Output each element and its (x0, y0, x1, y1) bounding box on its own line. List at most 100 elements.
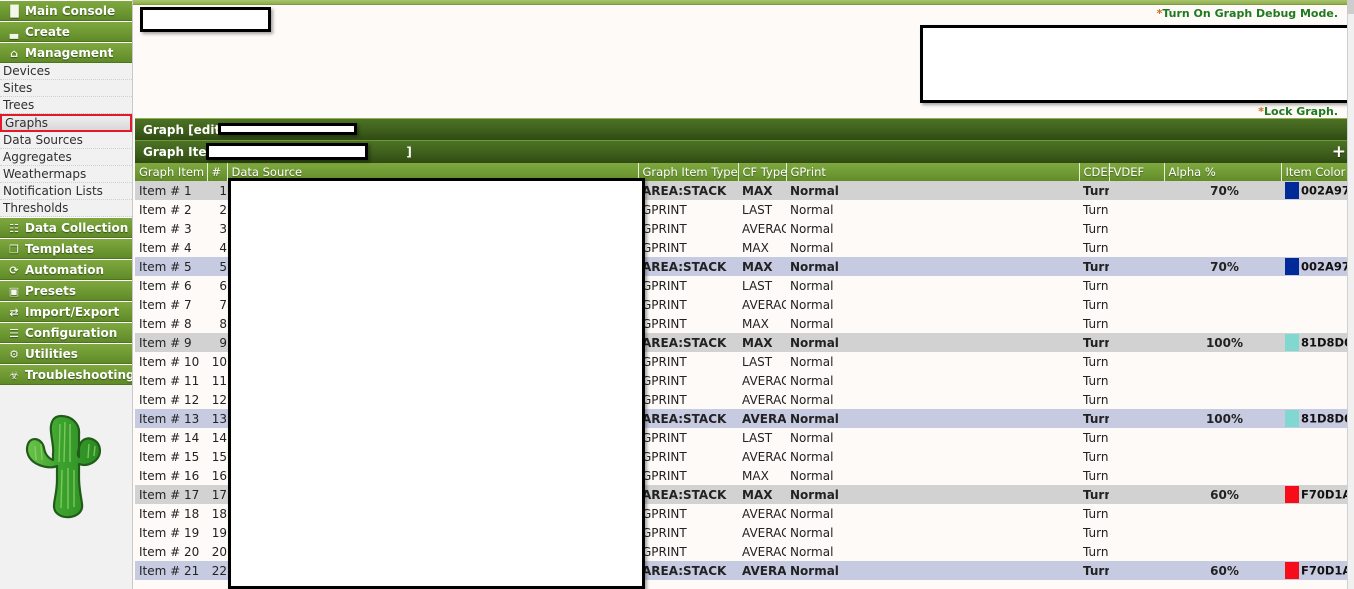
cell-graph-item-type[interactable]: AREA:STACK (638, 561, 738, 580)
cell-gprint[interactable]: Normal (786, 409, 1079, 428)
color-swatch[interactable] (1285, 486, 1299, 503)
cell-cdef[interactable]: Turn Bytes into Bits (1079, 238, 1109, 257)
cell-gprint[interactable]: Normal (786, 542, 1079, 561)
cell-graph-item[interactable]: Item # 12 (135, 390, 207, 409)
cell-graph-item[interactable]: Item # 4 (135, 238, 207, 257)
cell-gprint[interactable]: Normal (786, 333, 1079, 352)
cell-gprint[interactable]: Normal (786, 428, 1079, 447)
cell-graph-item[interactable]: Item # 10 (135, 352, 207, 371)
cell-graph-item-type[interactable]: GPRINT (638, 447, 738, 466)
cell-gprint[interactable]: Normal (786, 352, 1079, 371)
cell-alpha-percent[interactable]: 70% (1164, 181, 1281, 200)
cell-graph-item-type[interactable]: GPRINT (638, 238, 738, 257)
sidebar-group-management[interactable]: ⌂ Management (0, 42, 132, 63)
cell-gprint[interactable]: Normal (786, 561, 1079, 580)
cell-graph-item-type[interactable]: GPRINT (638, 295, 738, 314)
cell-gprint[interactable]: Normal (786, 238, 1079, 257)
cell-cdef[interactable]: Turn Bytes into Bits (1079, 485, 1109, 504)
cell-graph-item[interactable]: Item # 17 (135, 485, 207, 504)
cell-item-color[interactable] (1281, 371, 1354, 390)
cell-cf-type[interactable]: MAX (738, 333, 786, 352)
lock-graph-link[interactable]: *Lock Graph. (1258, 105, 1338, 118)
cell-cf-type[interactable]: LAST (738, 276, 786, 295)
cell-alpha-percent[interactable] (1164, 523, 1281, 542)
cell-cdef[interactable]: Turn Bytes into Bits (1079, 333, 1109, 352)
color-swatch[interactable] (1285, 182, 1299, 199)
col-vdef[interactable]: VDEF (1109, 163, 1165, 181)
sidebar-item-graphs[interactable]: Graphs (0, 114, 132, 132)
sidebar-item-thresholds[interactable]: Thresholds (0, 200, 132, 217)
cell-cf-type[interactable]: AVERAGE (738, 219, 786, 238)
sidebar-group-presets[interactable]: ▣ Presets (0, 280, 132, 301)
cell-cdef[interactable]: Turn Bytes into Bits (1079, 276, 1109, 295)
cell-item-color[interactable] (1281, 523, 1354, 542)
cell-cdef[interactable]: Turn Bytes into Bits (1079, 523, 1109, 542)
cell-item-color[interactable]: 002A97 (1281, 257, 1354, 276)
sidebar-item-trees[interactable]: Trees (0, 97, 132, 114)
col-gprint[interactable]: GPrint (786, 163, 1080, 181)
cell-cdef[interactable]: Turn Bytes into Bits (1079, 390, 1109, 409)
cell-alpha-percent[interactable]: 60% (1164, 485, 1281, 504)
cell-alpha-percent[interactable]: 70% (1164, 257, 1281, 276)
cell-graph-item[interactable]: Item # 2 (135, 200, 207, 219)
cell-graph-item-type[interactable]: GPRINT (638, 219, 738, 238)
cell-alpha-percent[interactable]: 100% (1164, 409, 1281, 428)
sidebar-group-utilities[interactable]: ⚙ Utilities (0, 343, 132, 364)
add-graph-item-button[interactable]: + (1332, 141, 1346, 164)
cell-graph-item-type[interactable]: AREA:STACK (638, 181, 738, 200)
cell-cf-type[interactable]: AVERAGE (738, 504, 786, 523)
cell-alpha-percent[interactable] (1164, 200, 1281, 219)
cell-item-color[interactable] (1281, 542, 1354, 561)
sidebar-item-aggregates[interactable]: Aggregates (0, 149, 132, 166)
cell-graph-item[interactable]: Item # 6 (135, 276, 207, 295)
cell-item-color[interactable] (1281, 428, 1354, 447)
cell-item-color[interactable] (1281, 314, 1354, 333)
sidebar-group-create[interactable]: ▃ Create (0, 21, 132, 42)
cell-item-color[interactable]: F70D1A (1281, 485, 1354, 504)
cell-cf-type[interactable]: MAX (738, 466, 786, 485)
sidebar-group-import-export[interactable]: ⇄ Import/Export (0, 301, 132, 322)
cell-cf-type[interactable]: AVERAGE (738, 542, 786, 561)
cell-alpha-percent[interactable] (1164, 447, 1281, 466)
cell-cf-type[interactable]: LAST (738, 200, 786, 219)
cell-gprint[interactable]: Normal (786, 181, 1079, 200)
col-cf-type[interactable]: CF Type (738, 163, 787, 181)
cell-graph-item[interactable]: Item # 14 (135, 428, 207, 447)
cell-graph-item[interactable]: Item # 13 (135, 409, 207, 428)
cell-graph-item-type[interactable]: GPRINT (638, 523, 738, 542)
cell-cf-type[interactable]: LAST (738, 352, 786, 371)
cell-alpha-percent[interactable] (1164, 466, 1281, 485)
cell-graph-item-type[interactable]: GPRINT (638, 428, 738, 447)
cell-graph-item[interactable]: Item # 1 (135, 181, 207, 200)
cell-cdef[interactable]: Turn Bytes into Bits (1079, 504, 1109, 523)
cell-alpha-percent[interactable] (1164, 295, 1281, 314)
cell-cdef[interactable]: Turn Bytes into Bits (1079, 219, 1109, 238)
cell-gprint[interactable]: Normal (786, 466, 1079, 485)
cell-item-color[interactable]: 81D8D0 (1281, 333, 1354, 352)
cell-graph-item[interactable]: Item # 16 (135, 466, 207, 485)
cell-cdef[interactable]: Turn Bytes into Bits (1079, 295, 1109, 314)
cell-gprint[interactable]: Normal (786, 295, 1079, 314)
cell-item-color[interactable] (1281, 295, 1354, 314)
cell-cf-type[interactable]: AVERAGE (738, 561, 786, 580)
color-swatch[interactable] (1285, 562, 1299, 579)
cell-gprint[interactable]: Normal (786, 523, 1079, 542)
cell-graph-item[interactable]: Item # 9 (135, 333, 207, 352)
cell-cf-type[interactable]: LAST (738, 428, 786, 447)
color-swatch[interactable] (1285, 410, 1299, 427)
cell-gprint[interactable]: Normal (786, 257, 1079, 276)
cell-graph-item-type[interactable]: GPRINT (638, 276, 738, 295)
cell-graph-item-type[interactable]: GPRINT (638, 542, 738, 561)
cell-graph-item[interactable]: Item # 19 (135, 523, 207, 542)
cell-item-color[interactable] (1281, 219, 1354, 238)
page-scrollbar-track[interactable] (1347, 0, 1354, 589)
sidebar-group-data-collection[interactable]: ☷ Data Collection (0, 217, 132, 238)
cell-graph-item-type[interactable]: AREA:STACK (638, 333, 738, 352)
cell-alpha-percent[interactable]: 100% (1164, 333, 1281, 352)
cell-cdef[interactable]: Turn Bytes into Bits (1079, 200, 1109, 219)
cell-cdef[interactable]: Turn Bytes into Bits (1079, 542, 1109, 561)
cell-graph-item-type[interactable]: GPRINT (638, 352, 738, 371)
cell-cf-type[interactable]: AVERAGE (738, 295, 786, 314)
col-alpha[interactable]: Alpha % (1164, 163, 1282, 181)
cell-alpha-percent[interactable] (1164, 371, 1281, 390)
